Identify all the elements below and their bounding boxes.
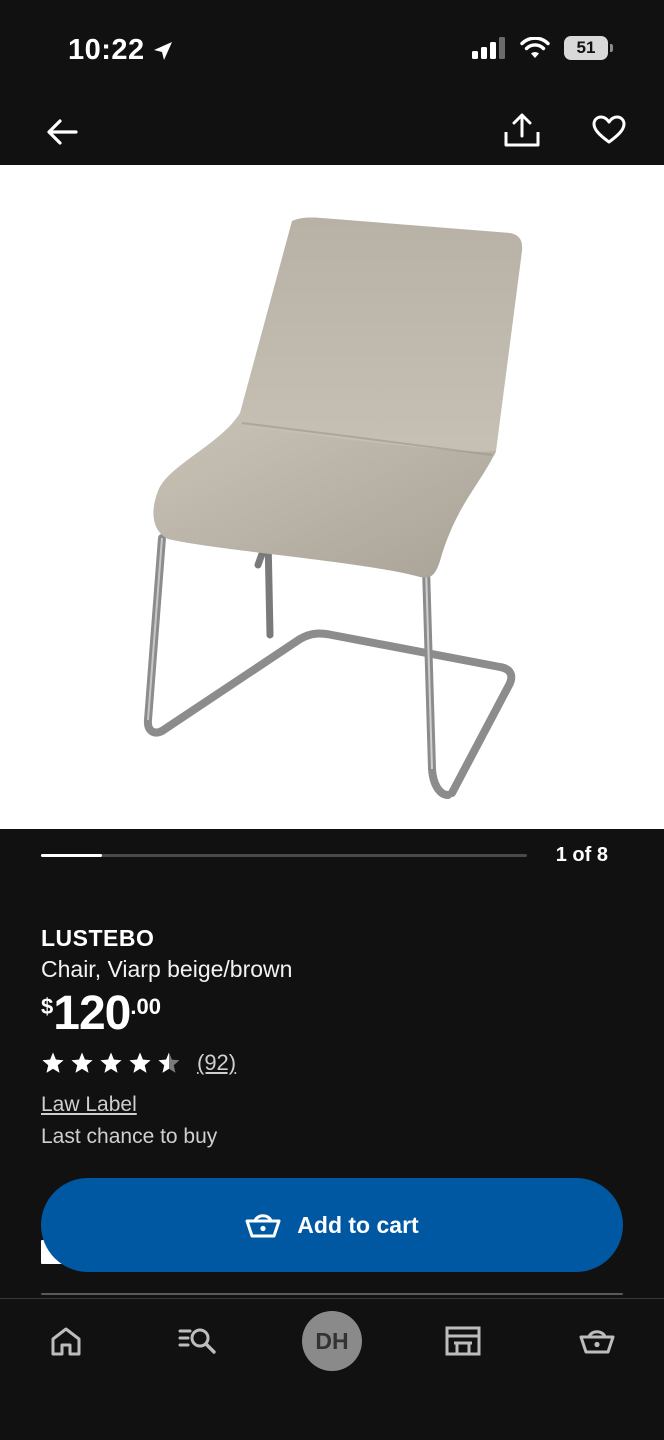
star-icon — [158, 1052, 180, 1073]
tab-cart[interactable] — [557, 1311, 637, 1371]
cellular-signal-icon — [472, 37, 505, 59]
add-to-cart-button[interactable]: Add to cart — [41, 1178, 623, 1272]
product-price: $ 120 .00 — [41, 988, 161, 1040]
search-list-icon — [178, 1328, 216, 1354]
availability-text: Last chance to buy — [41, 1125, 218, 1148]
location-arrow-icon — [153, 41, 172, 60]
store-icon — [445, 1326, 481, 1356]
back-button[interactable] — [40, 110, 84, 154]
status-indicators: 51 — [472, 36, 613, 60]
law-label-link[interactable]: Law Label — [41, 1093, 137, 1117]
add-to-cart-label: Add to cart — [297, 1211, 419, 1238]
basket-icon — [579, 1330, 615, 1354]
gallery-progress-fill — [41, 854, 102, 857]
gallery-counter: 1 of 8 — [555, 844, 608, 866]
battery-level: 51 — [576, 38, 596, 57]
favorite-button[interactable] — [587, 108, 631, 152]
avatar: DH — [302, 1311, 362, 1371]
share-icon — [504, 113, 540, 147]
status-bar: 10:22 51 — [0, 0, 664, 96]
home-icon — [51, 1327, 81, 1356]
battery-indicator: 51 — [564, 36, 613, 60]
star-icon — [100, 1052, 122, 1073]
status-time-text: 10:22 — [68, 34, 145, 66]
product-rating[interactable]: (92) — [41, 1050, 236, 1076]
product-description: Chair, Viarp beige/brown — [41, 956, 293, 982]
price-integer: 120 — [53, 987, 131, 1040]
status-time: 10:22 — [68, 34, 175, 67]
price-currency: $ — [41, 994, 54, 1019]
product-name: LUSTEBO — [41, 925, 155, 951]
arrow-left-icon — [47, 119, 78, 145]
rating-stars — [41, 1051, 181, 1075]
section-divider — [41, 1293, 623, 1295]
review-count-link[interactable]: (92) — [197, 1050, 236, 1076]
tab-home[interactable] — [26, 1311, 106, 1371]
gallery-pager: 1 of 8 — [41, 840, 623, 870]
product-image[interactable] — [0, 165, 664, 829]
basket-icon — [245, 1214, 281, 1238]
top-nav — [0, 100, 664, 164]
price-decimal: .00 — [130, 994, 161, 1019]
tab-search[interactable] — [158, 1311, 238, 1371]
share-button[interactable] — [500, 108, 544, 152]
gallery-progress-track — [41, 854, 527, 857]
bottom-tab-bar: DH — [0, 1298, 664, 1440]
wifi-icon — [520, 37, 550, 58]
star-icon — [71, 1052, 93, 1073]
avatar-initials: DH — [315, 1327, 349, 1354]
chair-illustration — [143, 217, 523, 799]
tab-stores[interactable] — [423, 1311, 503, 1371]
tab-profile[interactable]: DH — [292, 1311, 372, 1371]
heart-icon — [592, 115, 626, 144]
star-icon — [129, 1052, 151, 1073]
star-icon — [42, 1052, 64, 1073]
